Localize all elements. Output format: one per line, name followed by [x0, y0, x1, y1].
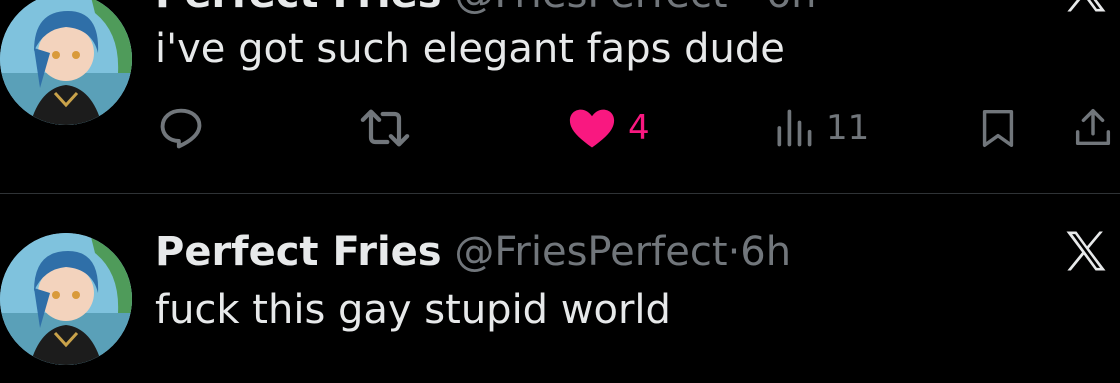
tweet-1[interactable]: Perfect Fries @FriesPerfect · 6h i've go…	[0, 0, 1120, 193]
retweet-button[interactable]	[357, 98, 413, 158]
tweet-header: Perfect Fries @FriesPerfect·6h	[155, 228, 791, 276]
tweet-actions: 4 11	[0, 98, 1120, 158]
avatar[interactable]	[0, 233, 132, 365]
views-button[interactable]: 11	[772, 98, 869, 158]
author-name[interactable]: Perfect Fries	[155, 0, 442, 17]
bookmark-icon	[982, 109, 1014, 147]
reply-icon	[160, 108, 202, 149]
share-button[interactable]	[1070, 98, 1116, 158]
author-handle[interactable]: @FriesPerfect	[454, 0, 727, 17]
heart-icon	[569, 109, 615, 148]
avatar-image	[0, 233, 132, 365]
like-button[interactable]: 4	[566, 98, 650, 158]
retweet-icon	[360, 109, 410, 147]
tweet-time[interactable]: 6h	[740, 229, 791, 275]
tweet-text: fuck this gay stupid world	[155, 287, 671, 333]
tweet-time[interactable]: 6h	[766, 0, 817, 17]
views-icon	[777, 109, 812, 147]
tweet-header: Perfect Fries @FriesPerfect · 6h	[155, 0, 817, 18]
x-logo-icon[interactable]	[1060, 0, 1112, 18]
author-name[interactable]: Perfect Fries	[155, 229, 442, 275]
separator-dot: ·	[727, 229, 741, 275]
tweet-2[interactable]: Perfect Fries @FriesPerfect·6h fuck this…	[0, 193, 1120, 383]
bookmark-button[interactable]	[975, 98, 1021, 158]
views-count: 11	[826, 108, 870, 148]
separator-dot: ·	[740, 0, 753, 17]
share-icon	[1075, 109, 1111, 146]
author-handle[interactable]: @FriesPerfect	[454, 229, 727, 275]
tweet-text: i've got such elegant faps dude	[155, 26, 785, 72]
like-count: 4	[628, 108, 650, 148]
x-logo-icon[interactable]	[1060, 225, 1112, 277]
reply-button[interactable]	[155, 98, 207, 158]
